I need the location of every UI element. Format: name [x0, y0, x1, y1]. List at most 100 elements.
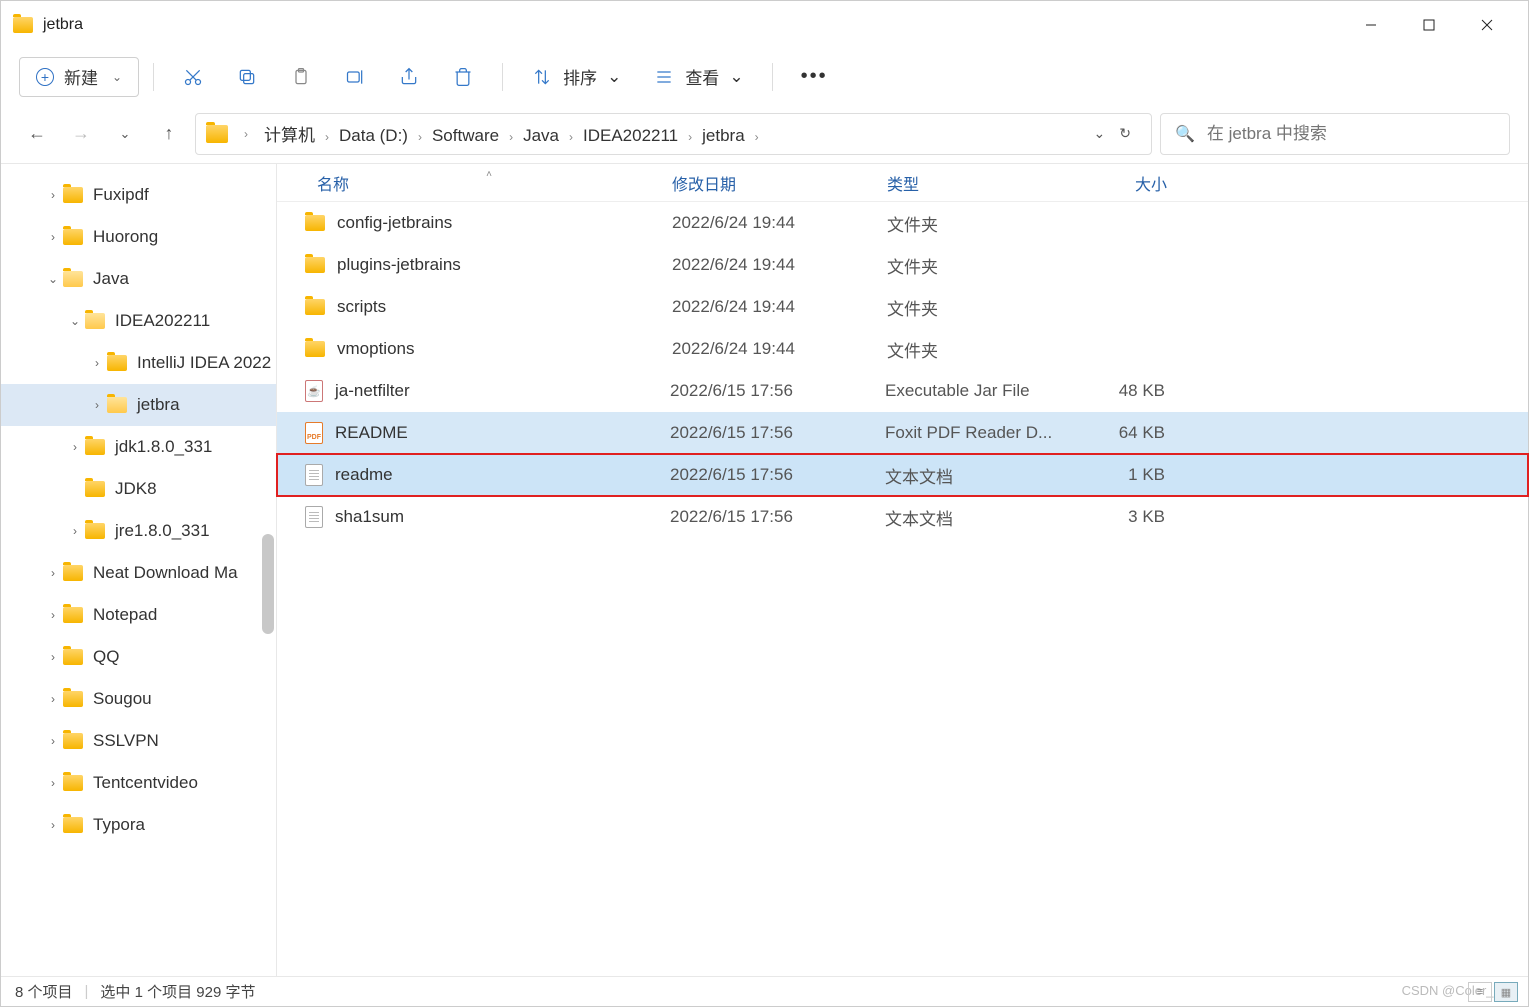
- breadcrumb[interactable]: › 计算机›Data (D:)›Software›Java›IDEA202211…: [195, 113, 1152, 155]
- details-view-toggle[interactable]: ▦: [1494, 982, 1518, 1002]
- close-button[interactable]: [1458, 5, 1516, 45]
- folder-icon: [63, 607, 83, 623]
- tree-label: SSLVPN: [93, 731, 159, 751]
- expand-icon[interactable]: ›: [43, 692, 63, 706]
- document-icon: [305, 506, 323, 528]
- breadcrumb-item[interactable]: Software: [428, 124, 503, 147]
- expand-icon[interactable]: ›: [43, 818, 63, 832]
- tree-item[interactable]: ›Typora: [1, 804, 276, 846]
- tree-item[interactable]: ›Tentcentvideo: [1, 762, 276, 804]
- chevron-down-icon[interactable]: ⌄: [1094, 125, 1106, 142]
- expand-icon[interactable]: ›: [43, 188, 63, 202]
- file-row[interactable]: config-jetbrains2022/6/24 19:44文件夹: [277, 202, 1528, 244]
- expand-icon[interactable]: ›: [65, 440, 85, 454]
- view-toggle: ≡ ▦: [1468, 982, 1518, 1002]
- col-date[interactable]: 修改日期: [672, 171, 887, 195]
- folder-icon: [305, 215, 325, 231]
- rename-button[interactable]: [330, 57, 380, 97]
- expand-icon[interactable]: ›: [87, 398, 107, 412]
- tree-item[interactable]: ›IntelliJ IDEA 2022: [1, 342, 276, 384]
- list-view-toggle[interactable]: ≡: [1468, 982, 1492, 1002]
- up-button[interactable]: ↑: [151, 116, 187, 152]
- sort-button[interactable]: 排序 ⌄: [517, 57, 635, 97]
- file-row[interactable]: plugins-jetbrains2022/6/24 19:44文件夹: [277, 244, 1528, 286]
- file-row[interactable]: vmoptions2022/6/24 19:44文件夹: [277, 328, 1528, 370]
- refresh-button[interactable]: ↻: [1119, 125, 1131, 142]
- tree-item[interactable]: ›jre1.8.0_331: [1, 510, 276, 552]
- breadcrumb-item[interactable]: Java: [519, 124, 563, 147]
- expand-icon[interactable]: ›: [65, 524, 85, 538]
- col-type[interactable]: 类型: [887, 171, 1067, 195]
- expand-icon[interactable]: ›: [43, 734, 63, 748]
- tree-item[interactable]: ›jdk1.8.0_331: [1, 426, 276, 468]
- minimize-button[interactable]: [1342, 5, 1400, 45]
- tree-item[interactable]: JDK8: [1, 468, 276, 510]
- forward-button[interactable]: →: [63, 116, 99, 152]
- folder-icon: [85, 523, 105, 539]
- tree-item[interactable]: ›Neat Download Ma: [1, 552, 276, 594]
- tree-item[interactable]: ›jetbra: [1, 384, 276, 426]
- view-button[interactable]: 查看 ⌄: [639, 57, 757, 97]
- paste-button[interactable]: [276, 57, 326, 97]
- delete-button[interactable]: [438, 57, 488, 97]
- expand-icon[interactable]: ›: [43, 566, 63, 580]
- column-header[interactable]: 名称˄ 修改日期 类型 大小: [277, 164, 1528, 202]
- expand-icon[interactable]: ›: [43, 230, 63, 244]
- expand-icon[interactable]: ›: [43, 608, 63, 622]
- chevron-down-icon: ⌄: [729, 67, 743, 87]
- tree-item[interactable]: ⌄Java: [1, 258, 276, 300]
- file-size: 64 KB: [1065, 423, 1185, 443]
- tree-item[interactable]: ⌄IDEA202211: [1, 300, 276, 342]
- tree-item[interactable]: ›QQ: [1, 636, 276, 678]
- ellipsis-icon: •••: [801, 65, 828, 88]
- file-size: 3 KB: [1065, 507, 1185, 527]
- tree-item[interactable]: ›Sougou: [1, 678, 276, 720]
- file-name: readme: [335, 465, 670, 485]
- folder-icon: [63, 691, 83, 707]
- breadcrumb-item[interactable]: IDEA202211: [579, 124, 682, 147]
- cut-button[interactable]: [168, 57, 218, 97]
- more-button[interactable]: •••: [787, 57, 842, 97]
- file-list: 名称˄ 修改日期 类型 大小 config-jetbrains2022/6/24…: [276, 164, 1528, 976]
- file-row[interactable]: PDFREADME2022/6/15 17:56Foxit PDF Reader…: [277, 412, 1528, 454]
- window-title: jetbra: [43, 16, 83, 34]
- back-button[interactable]: ←: [19, 116, 55, 152]
- scrollbar[interactable]: [262, 534, 274, 634]
- share-button[interactable]: [384, 57, 434, 97]
- expand-icon[interactable]: ›: [43, 776, 63, 790]
- search-icon: 🔍: [1175, 124, 1195, 144]
- folder-icon: [85, 439, 105, 455]
- col-size[interactable]: 大小: [1067, 171, 1187, 195]
- folder-icon: [13, 17, 33, 33]
- file-row[interactable]: readme2022/6/15 17:56文本文档1 KB: [277, 454, 1528, 496]
- breadcrumb-item[interactable]: jetbra: [698, 124, 749, 147]
- breadcrumb-item[interactable]: 计算机: [260, 124, 319, 147]
- file-row[interactable]: sha1sum2022/6/15 17:56文本文档3 KB: [277, 496, 1528, 538]
- folder-icon: [63, 649, 83, 665]
- folder-icon: [63, 229, 83, 245]
- file-type: Executable Jar File: [885, 381, 1065, 401]
- tree-item[interactable]: › SSLVPN: [1, 720, 276, 762]
- divider: [772, 63, 773, 91]
- new-button[interactable]: + 新建 ⌄: [19, 57, 139, 97]
- tree-label: Notepad: [93, 605, 157, 625]
- expand-icon[interactable]: ⌄: [65, 314, 85, 328]
- expand-icon[interactable]: ⌄: [43, 272, 63, 286]
- selection-info: 选中 1 个项目 929 字节: [100, 981, 255, 1002]
- breadcrumb-item[interactable]: Data (D:): [335, 124, 412, 147]
- maximize-button[interactable]: [1400, 5, 1458, 45]
- expand-icon[interactable]: ›: [87, 356, 107, 370]
- divider: [502, 63, 503, 91]
- search-box[interactable]: 🔍: [1160, 113, 1510, 155]
- copy-button[interactable]: [222, 57, 272, 97]
- file-row[interactable]: scripts2022/6/24 19:44文件夹: [277, 286, 1528, 328]
- tree-item[interactable]: ›Huorong: [1, 216, 276, 258]
- col-name[interactable]: 名称˄: [277, 171, 672, 195]
- file-date: 2022/6/15 17:56: [670, 381, 885, 401]
- file-row[interactable]: ☕ja-netfilter2022/6/15 17:56Executable J…: [277, 370, 1528, 412]
- search-input[interactable]: [1207, 124, 1495, 144]
- recent-button[interactable]: ⌄: [107, 116, 143, 152]
- tree-item[interactable]: ›Fuxipdf: [1, 174, 276, 216]
- expand-icon[interactable]: ›: [43, 650, 63, 664]
- tree-item[interactable]: › Notepad: [1, 594, 276, 636]
